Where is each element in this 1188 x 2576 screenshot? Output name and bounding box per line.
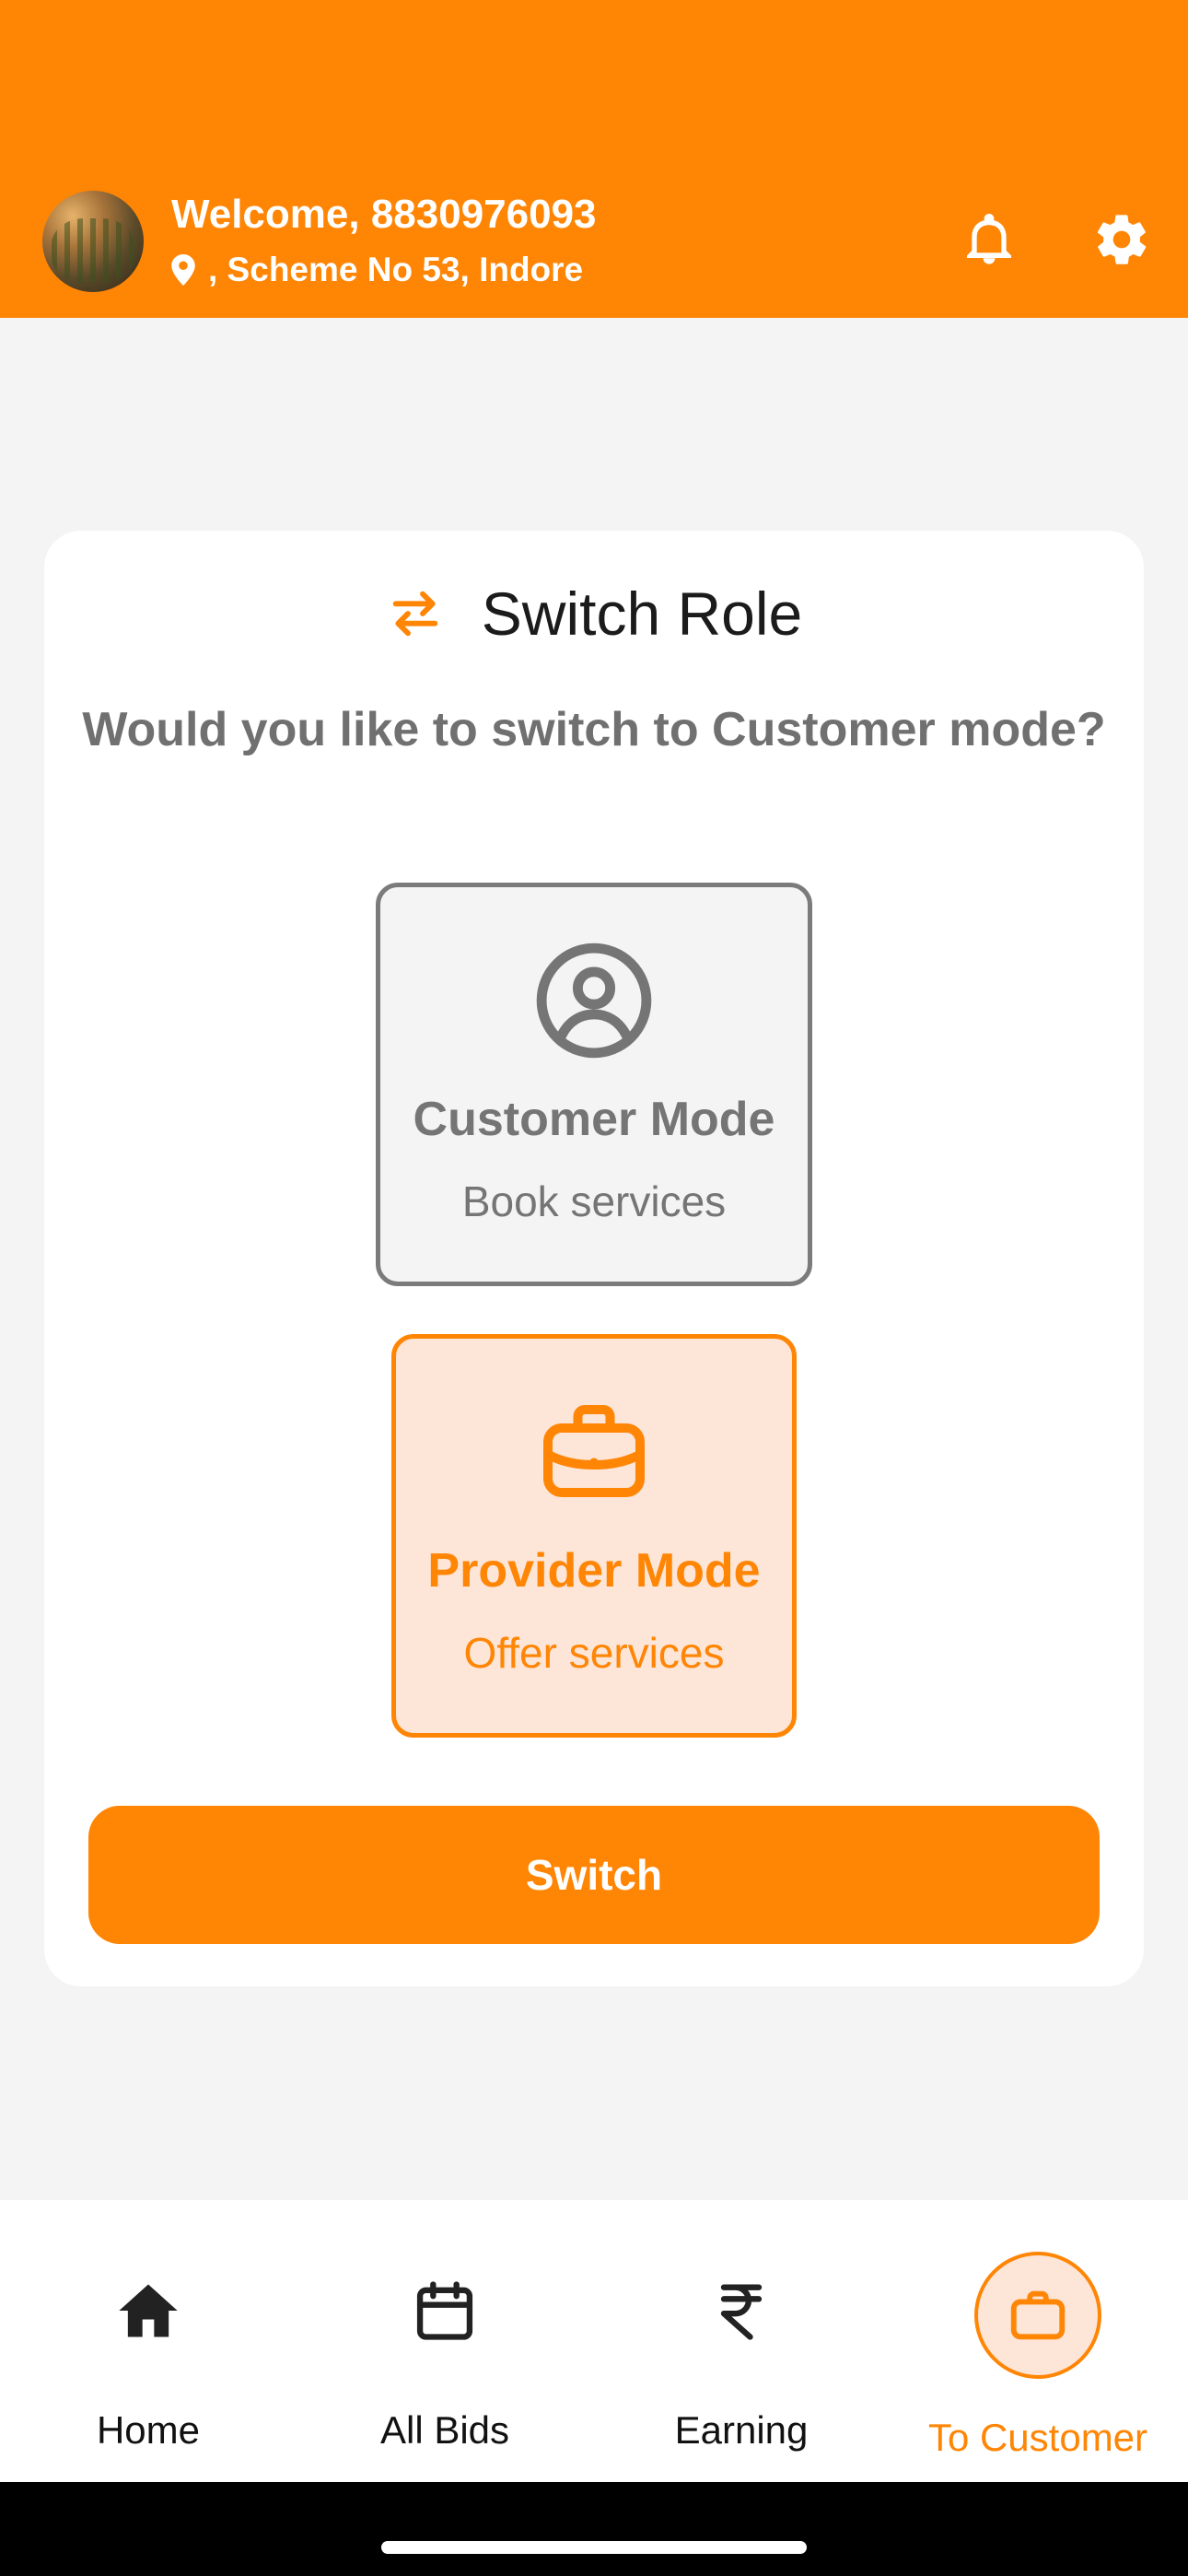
bottom-navigation: Home All Bids Earning To Customer: [0, 2200, 1188, 2482]
app-header: Welcome, 8830976093 , Scheme No 53, Indo…: [0, 0, 1188, 318]
notification-bell-icon[interactable]: [960, 210, 1019, 269]
nav-label-earning: Earning: [674, 2408, 809, 2452]
customer-mode-option[interactable]: Customer Mode Book services: [376, 883, 812, 1286]
nav-item-home[interactable]: Home: [0, 2200, 297, 2482]
briefcase-icon: [543, 1405, 645, 1497]
location-label: , Scheme No 53, Indore: [208, 251, 584, 288]
switch-button[interactable]: Switch: [88, 1806, 1100, 1944]
settings-gear-icon[interactable]: [1092, 210, 1151, 269]
provider-mode-subtitle: Offer services: [463, 1629, 725, 1677]
card-title-row: Switch Role: [0, 579, 1188, 649]
location-pin-icon: [171, 254, 195, 286]
card-title: Switch Role: [481, 580, 803, 648]
briefcase-icon: [1010, 2290, 1066, 2340]
system-navigation-bar: [0, 2482, 1188, 2576]
customer-mode-title: Customer Mode: [413, 1093, 775, 1146]
provider-mode-option[interactable]: Provider Mode Offer services: [391, 1334, 797, 1738]
nav-item-all-bids[interactable]: All Bids: [297, 2200, 593, 2482]
nav-item-to-customer[interactable]: To Customer: [890, 2200, 1186, 2482]
customer-mode-subtitle: Book services: [461, 1177, 727, 1225]
switch-arrows-icon: [392, 591, 438, 637]
home-indicator[interactable]: [381, 2541, 807, 2554]
switch-question: Would you like to switch to Customer mod…: [82, 703, 1106, 756]
nav-label-to-customer: To Customer: [927, 2416, 1148, 2459]
user-circle-icon: [536, 943, 652, 1059]
rupee-icon: [720, 2284, 763, 2340]
provider-mode-title: Provider Mode: [427, 1544, 761, 1598]
calendar-icon: [416, 2281, 473, 2340]
welcome-text: Welcome, 8830976093: [171, 192, 597, 237]
nav-label-home: Home: [96, 2408, 201, 2452]
nav-item-earning[interactable]: Earning: [593, 2200, 890, 2482]
nav-label-all-bids: All Bids: [379, 2408, 510, 2452]
home-icon: [119, 2284, 178, 2337]
avatar[interactable]: [42, 191, 144, 292]
to-customer-highlight: [974, 2252, 1101, 2379]
location-text[interactable]: , Scheme No 53, Indore: [171, 251, 583, 289]
